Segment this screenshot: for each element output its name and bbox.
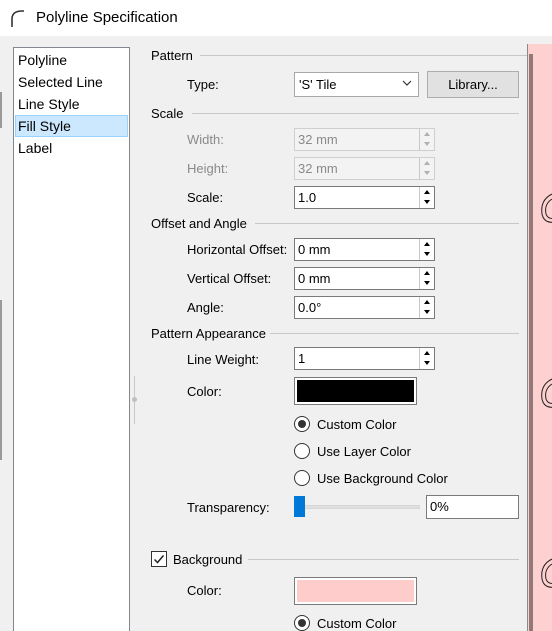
spin-up-icon[interactable] — [420, 239, 434, 249]
pattern-color-label: Color: — [187, 384, 222, 399]
offset-group-title: Offset and Angle — [151, 216, 247, 231]
group-divider — [192, 113, 519, 114]
pattern-group-title: Pattern — [151, 48, 193, 63]
width-spinner[interactable]: 32 mm — [294, 128, 435, 151]
group-divider — [270, 333, 519, 334]
spin-up-icon[interactable] — [420, 187, 434, 197]
radio-background-label: Use Background Color — [317, 471, 448, 486]
scale-group-title: Scale — [151, 106, 184, 121]
nav-item-polyline[interactable]: Polyline — [15, 49, 128, 71]
height-spinner[interactable]: 32 mm — [294, 157, 435, 180]
group-divider — [248, 559, 519, 560]
polyline-arc-icon — [11, 10, 24, 27]
scale-value: 1.0 — [298, 190, 317, 205]
background-radio-custom-label: Custom Color — [317, 616, 397, 631]
horizontal-offset-spinner[interactable]: 0 mm — [294, 238, 435, 261]
height-label: Height: — [187, 161, 229, 176]
nav-item-label[interactable]: Label — [15, 137, 128, 159]
transparency-slider-thumb[interactable] — [294, 496, 305, 517]
vertical-offset-label: Vertical Offset: — [187, 271, 272, 286]
background-color-swatch[interactable] — [294, 577, 417, 605]
line-weight-value: 1 — [298, 351, 306, 366]
nav-item-line-style[interactable]: Line Style — [15, 93, 128, 115]
type-label: Type: — [187, 77, 219, 92]
radio-custom-label: Custom Color — [317, 417, 397, 432]
width-value: 32 mm — [298, 132, 338, 147]
angle-value: 0.0° — [298, 300, 322, 315]
horizontal-offset-value: 0 mm — [298, 242, 331, 257]
group-divider — [255, 223, 519, 224]
group-divider — [200, 55, 552, 56]
spin-up-icon[interactable] — [420, 158, 434, 168]
spin-up-icon[interactable] — [420, 129, 434, 139]
spin-down-icon[interactable] — [420, 249, 434, 259]
spin-down-icon[interactable] — [420, 168, 434, 178]
background-color-label: Color: — [187, 583, 222, 598]
radio-button[interactable] — [294, 443, 310, 459]
window-edge — [0, 92, 2, 128]
radio-selected-dot — [298, 619, 306, 627]
s-tile-pattern-preview — [529, 54, 552, 631]
spin-up-icon[interactable] — [420, 268, 434, 278]
scale-spinner[interactable]: 1.0 — [294, 186, 435, 209]
checkmark-icon — [153, 555, 165, 564]
radio-button[interactable] — [294, 615, 310, 631]
spin-down-icon[interactable] — [420, 197, 434, 207]
transparency-input[interactable]: 0% — [426, 495, 519, 519]
chevron-down-icon — [402, 80, 412, 86]
spin-down-icon[interactable] — [420, 278, 434, 288]
splitter-grip-icon — [132, 397, 137, 402]
transparency-label: Transparency: — [187, 500, 270, 515]
spin-down-icon[interactable] — [420, 139, 434, 149]
scale-label: Scale: — [187, 190, 224, 205]
height-value: 32 mm — [298, 161, 338, 176]
background-checkbox[interactable] — [151, 551, 167, 567]
width-label: Width: — [187, 132, 224, 147]
pattern-type-select[interactable]: 'S' Tile — [294, 72, 419, 97]
title-bar: Polyline Specification — [0, 0, 552, 36]
pattern-color-swatch[interactable] — [294, 377, 417, 405]
line-weight-spinner[interactable]: 1 — [294, 347, 435, 370]
background-color-fill — [297, 580, 414, 602]
angle-spinner[interactable]: 0.0° — [294, 296, 435, 319]
radio-selected-dot — [298, 420, 306, 428]
horizontal-offset-label: Horizontal Offset: — [187, 242, 288, 257]
spin-up-icon[interactable] — [420, 297, 434, 307]
vertical-offset-value: 0 mm — [298, 271, 331, 286]
nav-item-fill-style[interactable]: Fill Style — [15, 115, 128, 137]
transparency-slider-track[interactable] — [294, 505, 420, 509]
radio-button[interactable] — [294, 470, 310, 486]
angle-label: Angle: — [187, 300, 224, 315]
pattern-preview — [527, 44, 552, 631]
window-edge — [0, 300, 2, 460]
pattern-type-value: 'S' Tile — [299, 77, 337, 92]
nav-item-selected-line[interactable]: Selected Line — [15, 71, 128, 93]
spin-down-icon[interactable] — [420, 358, 434, 368]
spin-up-icon[interactable] — [420, 348, 434, 358]
background-label: Background — [173, 552, 243, 567]
spin-down-icon[interactable] — [420, 307, 434, 317]
library-button[interactable]: Library... — [427, 71, 519, 98]
radio-button[interactable] — [294, 416, 310, 432]
radio-layer-label: Use Layer Color — [317, 444, 411, 459]
line-weight-label: Line Weight: — [187, 352, 260, 367]
category-list[interactable]: Polyline Selected Line Line Style Fill S… — [13, 47, 130, 631]
window-title: Polyline Specification — [36, 9, 178, 26]
pattern-color-fill — [297, 380, 414, 402]
appearance-group-title: Pattern Appearance — [151, 326, 266, 341]
vertical-offset-spinner[interactable]: 0 mm — [294, 267, 435, 290]
